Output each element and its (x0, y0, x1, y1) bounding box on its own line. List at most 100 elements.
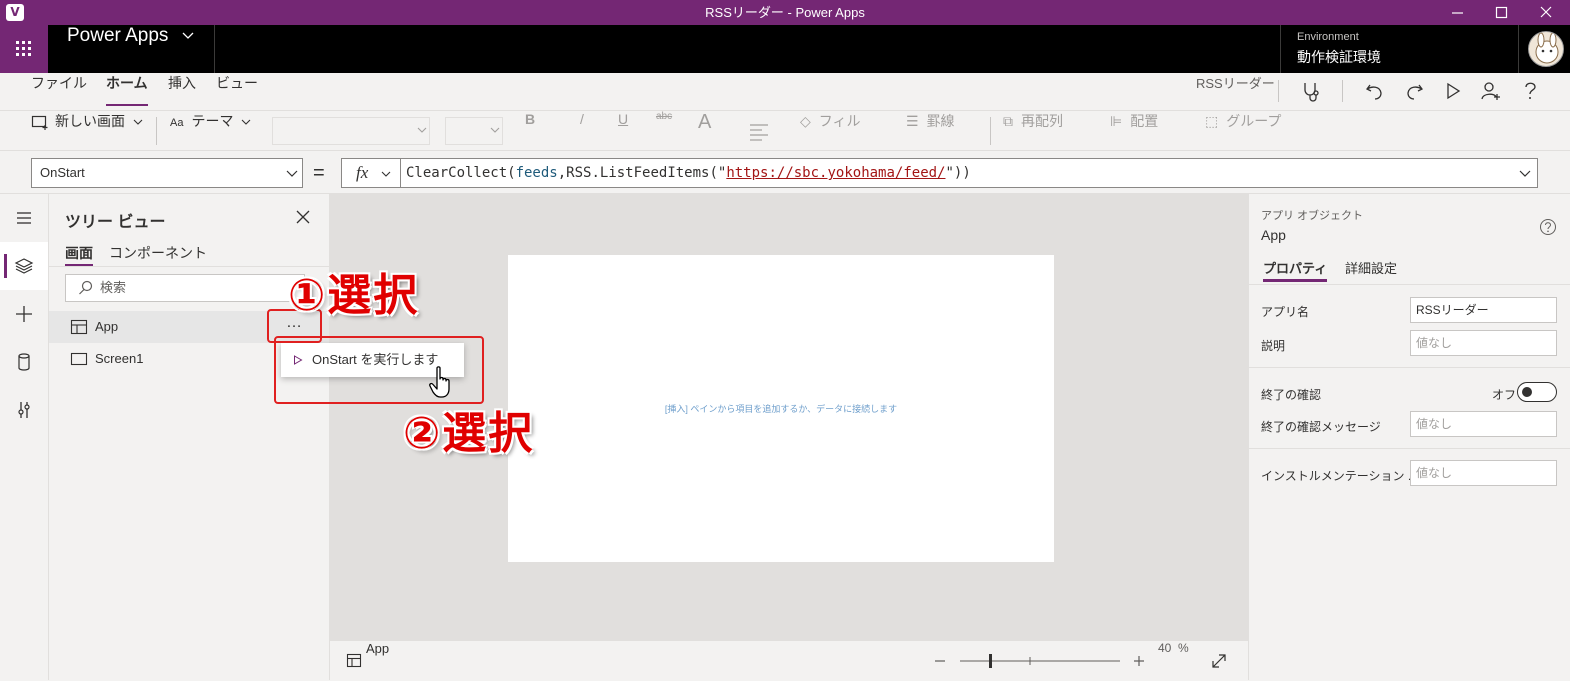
ribbon-divider (156, 117, 157, 145)
zoom-slider[interactable] (960, 641, 1120, 681)
confirm-message-field[interactable]: 値なし (1410, 411, 1557, 437)
header-divider (1280, 25, 1281, 73)
data-database-icon[interactable] (0, 338, 48, 386)
share-user-icon[interactable] (1478, 79, 1504, 103)
header-divider (214, 25, 215, 73)
zoom-level: 40 % (1158, 641, 1189, 655)
equals-sign: = (313, 162, 325, 184)
status-bar: App 40 % (330, 640, 1248, 680)
tab-home[interactable]: ホーム (106, 73, 148, 109)
help-icon[interactable] (1517, 79, 1543, 103)
fill-button[interactable]: ◇ フィル (800, 111, 861, 151)
brand-name[interactable]: Power Apps (67, 25, 194, 73)
group-icon: ⬚ (1205, 113, 1219, 129)
annotation-step-2: ②選択 (403, 408, 535, 459)
text-align-icon[interactable] (748, 111, 776, 151)
instrumentation-label: インストルメンテーション ... (1261, 469, 1418, 483)
theme-aa-icon: Aa (170, 117, 184, 129)
new-screen-button[interactable]: 新しい画面 (31, 111, 143, 151)
tab-screens[interactable]: 画面 (65, 243, 93, 266)
description-label: 説明 (1261, 339, 1286, 353)
redo-icon[interactable] (1401, 79, 1427, 103)
environment-label: Environment (1297, 31, 1359, 43)
minimize-button[interactable] (1436, 0, 1480, 25)
toolbar-divider (1278, 80, 1279, 102)
avatar[interactable] (1528, 31, 1564, 67)
divider (1249, 448, 1570, 449)
tab-divider (49, 266, 329, 267)
environment-picker[interactable]: 動作検証環境 (1297, 47, 1381, 67)
fx-button[interactable]: fx (341, 158, 401, 188)
zoom-in-icon[interactable] (1132, 654, 1146, 668)
header-divider (1518, 25, 1519, 73)
left-rail (0, 194, 49, 680)
border-lines-icon: ☰ (906, 113, 919, 129)
object-type: アプリ オブジェクト (1261, 210, 1364, 222)
annotation-step-1: ①選択 (288, 270, 420, 321)
close-icon[interactable] (294, 208, 312, 226)
theme-button[interactable]: Aa テーマ (170, 111, 251, 151)
description-field[interactable]: 値なし (1410, 330, 1557, 356)
app-icon (70, 319, 88, 335)
reorder-button[interactable]: ⧉ 再配列 (1003, 111, 1063, 151)
window-title: RSSリーダー - Power Apps (705, 5, 865, 20)
tab-file[interactable]: ファイル (31, 73, 87, 109)
confirm-exit-toggle[interactable] (1517, 382, 1557, 402)
app-launcher-icon[interactable] (0, 25, 48, 73)
insert-plus-icon[interactable] (0, 290, 48, 338)
search-input[interactable]: 検索 (65, 274, 305, 302)
advanced-tools-icon[interactable] (0, 386, 48, 434)
app-name-label: アプリ名 (1261, 305, 1310, 319)
divider (1249, 284, 1570, 285)
help-circle-icon[interactable] (1539, 218, 1557, 236)
app-checker-stethoscope-icon[interactable] (1298, 79, 1324, 103)
tab-components[interactable]: コンポーネント (109, 243, 207, 263)
screen-icon (70, 352, 88, 366)
preview-play-icon[interactable] (1440, 79, 1466, 103)
undo-icon[interactable] (1362, 79, 1388, 103)
menu-bar: ファイル ホーム 挿入 ビュー RSSリーダー (0, 73, 1570, 109)
fit-to-window-icon[interactable] (1210, 652, 1228, 670)
tab-properties[interactable]: プロパティ (1263, 258, 1328, 282)
search-icon (79, 280, 93, 295)
zoom-out-icon[interactable] (933, 654, 947, 668)
tree-view-layers-icon[interactable] (0, 242, 48, 290)
object-name: App (1261, 227, 1286, 243)
formula-input[interactable]: ClearCollect(feeds,RSS.ListFeedItems("ht… (400, 158, 1538, 188)
tab-view[interactable]: ビュー (216, 73, 258, 109)
close-window-button[interactable] (1524, 0, 1568, 25)
app-title[interactable]: RSSリーダー (1196, 73, 1275, 92)
properties-panel: アプリ オブジェクト App プロパティ 詳細設定 アプリ名 説明 終了の確認 … (1248, 194, 1570, 680)
align-icon: ⊫ (1110, 113, 1123, 129)
toolbar-divider (1342, 80, 1343, 102)
paint-bucket-icon: ◇ (800, 113, 811, 129)
underline-button[interactable]: U (618, 111, 628, 151)
selected-control-name[interactable]: App (366, 641, 389, 656)
tab-insert[interactable]: 挿入 (168, 73, 196, 109)
align-button[interactable]: ⊫ 配置 (1110, 111, 1158, 151)
app-name-field[interactable]: RSSリーダー (1410, 297, 1557, 323)
window-titlebar: V RSSリーダー - Power Apps (0, 0, 1570, 25)
hamburger-menu-icon[interactable] (0, 194, 48, 242)
property-dropdown[interactable]: OnStart (31, 158, 303, 188)
instrumentation-field[interactable]: 値なし (1410, 460, 1557, 486)
app-icon (346, 653, 362, 668)
ribbon-toolbar: 新しい画面 Aa テーマ B / U abc A ◇ フィル ☰ 罫線 ⧉ 再配列 ⊫ 配… (0, 110, 1570, 150)
ribbon-divider (990, 117, 991, 145)
reorder-icon: ⧉ (1003, 113, 1013, 129)
app-header: Power Apps Environment 動作検証環境 (0, 25, 1570, 73)
app-screen-canvas[interactable]: [挿入] ペインから項目を追加するか、データに接続します (508, 255, 1054, 562)
confirm-exit-label: 終了の確認 (1261, 388, 1322, 402)
font-color-button[interactable]: A (698, 111, 711, 151)
group-button[interactable]: ⬚ グループ (1205, 111, 1281, 151)
bold-button[interactable]: B (525, 111, 535, 151)
canvas-hint: [挿入] ペインから項目を追加するか、データに接続します (664, 404, 898, 414)
strikethrough-button[interactable]: abc (656, 111, 672, 151)
italic-button[interactable]: / (580, 111, 584, 151)
border-button[interactable]: ☰ 罫線 (906, 111, 955, 151)
font-size-dropdown[interactable] (445, 117, 503, 145)
font-dropdown[interactable] (272, 117, 430, 145)
maximize-button[interactable] (1480, 0, 1524, 25)
tab-advanced[interactable]: 詳細設定 (1345, 258, 1397, 277)
divider (1249, 367, 1570, 368)
